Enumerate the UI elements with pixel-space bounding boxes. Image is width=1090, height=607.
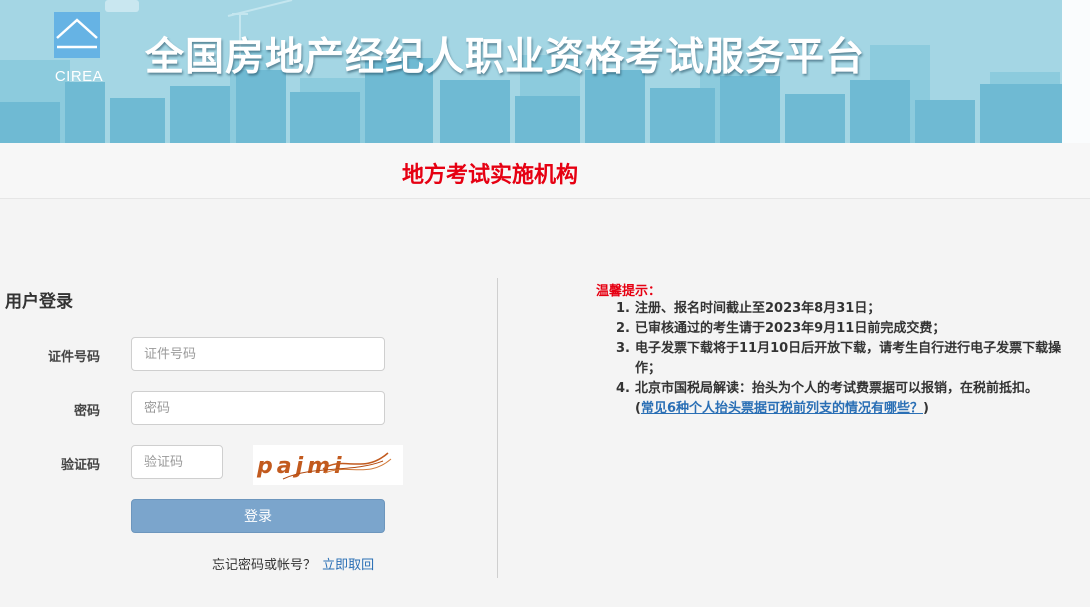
notice-text: 已审核通过的考生请于2023年9月11日前完成交费； xyxy=(635,321,946,336)
captcha-input[interactable] xyxy=(131,445,223,479)
login-button[interactable]: 登录 xyxy=(131,499,385,533)
notice-number: 1. xyxy=(616,301,630,316)
paren-close: ) xyxy=(923,401,929,416)
retrieve-account-link[interactable]: 立即取回 xyxy=(322,558,374,573)
cirea-logo: CIREA xyxy=(50,12,108,92)
notice-number: 3. xyxy=(616,341,630,356)
notice-item: 4. 北京市国税局解读：抬头为个人的考试费票据可以报销，在税前抵扣。 (常见6种… xyxy=(616,379,1086,419)
password-label: 密码 xyxy=(73,404,100,419)
notice-text: 电子发票下载将于11月10日后开放下载，请考生自行进行电子发票下载操作； xyxy=(635,341,1062,376)
site-title: 全国房地产经纪人职业资格考试服务平台 xyxy=(145,35,866,80)
header-banner: CIREA 全国房地产经纪人职业资格考试服务平台 xyxy=(0,0,1090,143)
notice-number: 2. xyxy=(616,321,630,336)
notice-item: 1. 注册、报名时间截止至2023年8月31日； xyxy=(616,299,1086,319)
vertical-divider xyxy=(497,278,498,578)
logo-text: CIREA xyxy=(54,68,104,85)
tax-deduction-faq-link[interactable]: 常见6种个人抬头票据可税前列支的情况有哪些？ xyxy=(641,401,923,416)
forgot-password-text: 忘记密码或帐号？ xyxy=(212,558,317,573)
notice-text: 北京市国税局解读：抬头为个人的考试费票据可以报销，在税前抵扣。 xyxy=(635,381,1039,396)
notice-item: 3. 电子发票下载将于11月10日后开放下载，请考生自行进行电子发票下载操作； xyxy=(616,339,1086,379)
notice-list: 1. 注册、报名时间截止至2023年8月31日； 2. 已审核通过的考生请于20… xyxy=(616,299,1086,419)
id-number-label: 证件号码 xyxy=(47,350,100,365)
captcha-label: 验证码 xyxy=(60,458,100,473)
id-number-input[interactable] xyxy=(131,337,385,371)
notice-text: 注册、报名时间截止至2023年8月31日； xyxy=(635,301,881,316)
notice-item: 2. 已审核通过的考生请于2023年9月11日前完成交费； xyxy=(616,319,1086,339)
password-input[interactable] xyxy=(131,391,385,425)
notice-title: 温馨提示： xyxy=(596,284,662,299)
captcha-image[interactable]: pajmi xyxy=(253,445,403,485)
forgot-password-row: 忘记密码或帐号？ 立即取回 xyxy=(212,554,374,573)
house-icon xyxy=(54,12,100,58)
notice-number: 4. xyxy=(616,381,630,396)
login-title: 用户登录 xyxy=(5,292,73,312)
org-title: 地方考试实施机构 xyxy=(402,163,579,188)
org-bar: 地方考试实施机构 xyxy=(0,143,1090,199)
captcha-text: pajmi xyxy=(256,454,346,479)
